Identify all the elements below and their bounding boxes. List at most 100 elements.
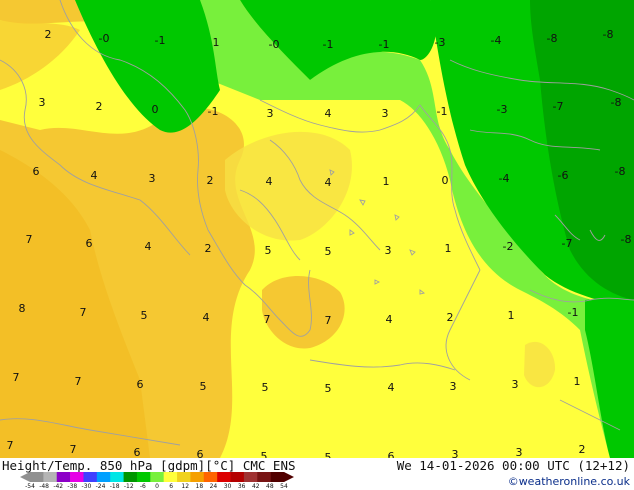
temperature-value: 3 [512, 378, 519, 391]
temperature-value: 7 [325, 314, 332, 327]
temperature-value: 4 [388, 381, 395, 394]
temperature-value: 3 [267, 107, 274, 120]
temperature-value: 6 [137, 378, 144, 391]
weather-map-page: 2 -0 -1 1 -0 -1 -1 -3 -4 -8 -8 3 2 0 -1 3 4 3 -1 -3 -7 -8 6 4 3 2… [0, 0, 634, 490]
colorbar-label: -18 [109, 483, 120, 490]
colorbar-segment [217, 472, 231, 482]
temperature-value: 7 [264, 313, 271, 326]
temperature-value: -1 [437, 105, 448, 118]
temperature-value: 2 [207, 174, 214, 187]
colorbar-segment [56, 472, 71, 482]
temperature-value: -1 [568, 306, 579, 319]
temperature-value: 5 [265, 244, 272, 257]
temperature-value: -7 [553, 100, 564, 113]
temperature-value: -8 [603, 28, 614, 41]
temperature-value: 3 [382, 107, 389, 120]
temperature-value: 7 [13, 371, 20, 384]
colorbar-label: 42 [251, 483, 260, 490]
temperature-value: -0 [269, 38, 280, 51]
colorbar-label: 24 [209, 483, 218, 490]
colorbar-label: 30 [223, 483, 232, 490]
colorbar-segment [96, 472, 111, 482]
colorbar-segment [177, 472, 191, 482]
temperature-value: -6 [558, 169, 569, 182]
colorbar-segment [190, 472, 205, 482]
credit-link[interactable]: ©weatheronline.co.uk [508, 475, 630, 488]
temperature-value: 1 [574, 375, 581, 388]
colorbar-segment [150, 472, 164, 482]
temperature-value: 5 [325, 451, 332, 458]
temperature-value: 7 [80, 306, 87, 319]
temperature-value: 2 [447, 311, 454, 324]
valid-datetime: We 14-01-2026 00:00 UTC (12+12) [396, 458, 630, 473]
temperature-value: -3 [435, 36, 446, 49]
temperature-value: 6 [33, 165, 40, 178]
colorbar-arrow-right [284, 472, 294, 482]
temperature-value: 6 [86, 237, 93, 250]
colorbar-arrow-left [20, 472, 30, 482]
temperature-value: 3 [450, 380, 457, 393]
colorbar-label: -54 [25, 483, 35, 490]
colorbar-label: -6 [139, 483, 146, 490]
temperature-value: 7 [75, 375, 82, 388]
temperature-value: -1 [379, 38, 390, 51]
temperature-value: 0 [152, 103, 159, 116]
colorbar-segment [230, 472, 245, 482]
temperature-value: 5 [325, 382, 332, 395]
colorbar-segment [110, 472, 124, 482]
temperature-value: 7 [26, 233, 33, 246]
colorbar-label: 18 [195, 483, 204, 490]
colorbar-label: -30 [81, 483, 92, 490]
colorbar-label: -24 [95, 483, 106, 490]
temperature-value: 5 [141, 309, 148, 322]
temperature-value: 4 [266, 175, 273, 188]
temperature-value: -3 [497, 103, 508, 116]
temperature-value: 2 [205, 242, 212, 255]
temperature-value: 5 [325, 245, 332, 258]
temperature-value: 5 [261, 450, 268, 458]
temperature-value: -0 [99, 32, 110, 45]
colorbar-label: -42 [53, 483, 64, 490]
color-legend-labels: -54 -48 -42 -38 -30 -24 -18 -12 -6 0 6 12 18 24 30 36 42… [18, 483, 308, 490]
colorbar-label: -38 [67, 483, 78, 490]
temperature-value: 3 [149, 172, 156, 185]
temperature-value: 1 [508, 309, 515, 322]
temperature-value: 3 [452, 448, 459, 458]
temperature-value: -7 [562, 237, 573, 250]
temperature-value: 5 [262, 381, 269, 394]
colorbar-segment [136, 472, 151, 482]
temperature-value: -8 [621, 233, 632, 246]
colorbar-segment [203, 472, 218, 482]
temperature-value: 4 [325, 176, 332, 189]
temperature-value: 2 [579, 443, 586, 456]
colorbar-label: 0 [155, 483, 159, 490]
colorbar-segment [243, 472, 258, 482]
temperature-value: 3 [516, 446, 523, 458]
colorbar-label: 36 [237, 483, 246, 490]
temperature-value: -1 [208, 105, 219, 118]
temperature-value: 3 [385, 244, 392, 257]
temperature-value: 1 [383, 175, 390, 188]
colorbar-label: 48 [266, 483, 274, 490]
temperature-value: 7 [7, 439, 14, 452]
temperature-value: 1 [213, 36, 220, 49]
color-legend-bar [20, 472, 294, 482]
colorbar-segment [270, 472, 285, 482]
temperature-value: -8 [615, 165, 626, 178]
temperature-value: -8 [547, 32, 558, 45]
temperature-value: 4 [325, 107, 332, 120]
temperature-value: 6 [388, 450, 395, 458]
temperature-value: 3 [39, 96, 46, 109]
temperature-map: 2 -0 -1 1 -0 -1 -1 -3 -4 -8 -8 3 2 0 -1 3 4 3 -1 -3 -7 -8 6 4 3 2… [0, 0, 634, 458]
temperature-value: 4 [386, 313, 393, 326]
temperature-value: 6 [197, 448, 204, 458]
colorbar-segment [257, 472, 271, 482]
colorbar-segment [163, 472, 178, 482]
colorbar-label: -48 [39, 483, 50, 490]
temperature-value: -1 [323, 38, 334, 51]
temperature-value: 2 [45, 28, 52, 41]
temperature-value: 0 [442, 174, 449, 187]
temperature-value: -1 [155, 34, 166, 47]
temperature-value: 4 [91, 169, 98, 182]
temperature-value: -4 [491, 34, 502, 47]
